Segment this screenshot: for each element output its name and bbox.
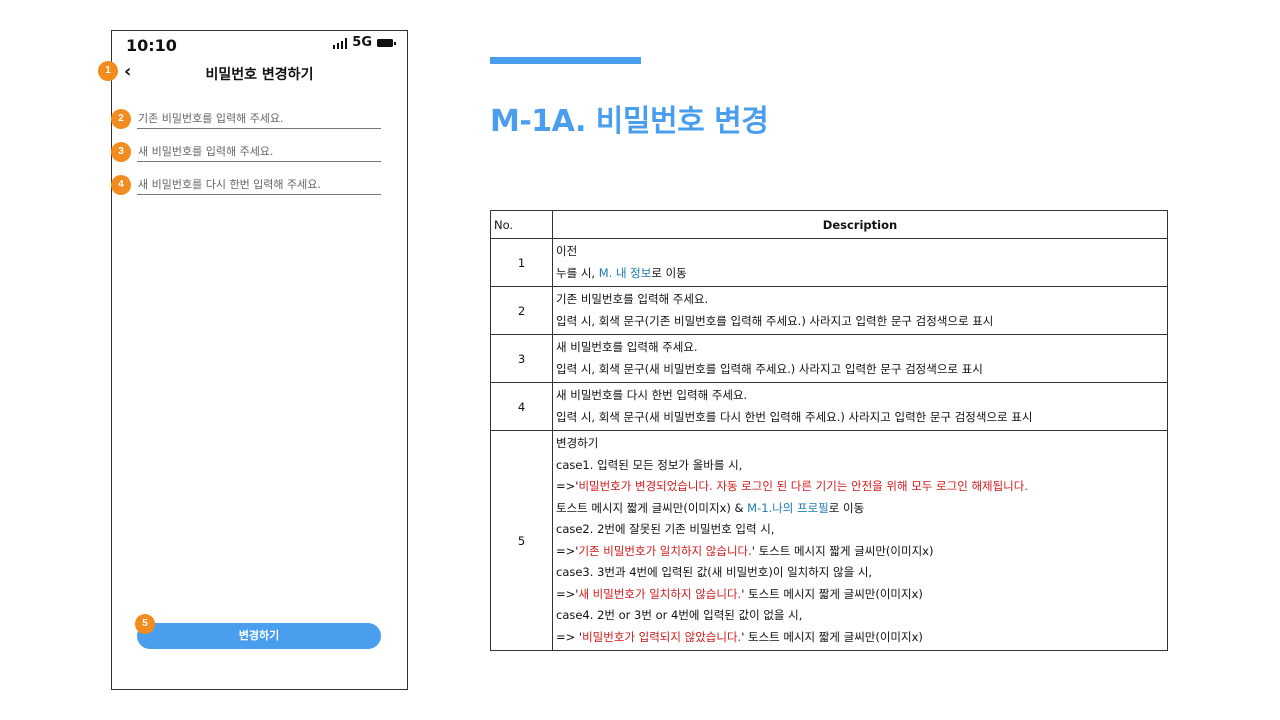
description-line: 누를 시, M. 내 정보로 이동 (556, 263, 1164, 285)
description-text: ' 토스트 메시지 짧게 글씨만(이미지x) (741, 629, 923, 644)
annotation-marker-2: 2 (111, 109, 131, 129)
confirm-password-input[interactable] (137, 175, 381, 195)
title-accent-bar (490, 57, 641, 64)
battery-icon (377, 39, 396, 47)
network-label: 5G (352, 35, 372, 50)
description-line: case1. 입력된 모든 정보가 올바를 시, (556, 455, 1164, 477)
link-text: M-1.나의 프로필 (747, 500, 829, 515)
row-title: 변경하기 (556, 436, 599, 450)
row-number: 2 (490, 286, 553, 335)
message-text: 기존 비밀번호가 일치하지 않습니다. (578, 543, 752, 558)
description-line: =>'비밀번호가 변경되었습니다. 자동 로그인 된 다른 기기는 안전을 위해… (556, 476, 1164, 498)
row-title: 새 비밀번호를 입력해 주세요. (556, 340, 698, 354)
table-row: 5 변경하기 case1. 입력된 모든 정보가 올바를 시, =>'비밀번호가 변경… (490, 430, 1168, 651)
table-row: 1 이전누를 시, M. 내 정보로 이동 (490, 238, 1168, 287)
description-text: 입력 시, 회색 문구(새 비밀번호를 입력해 주세요.) 사라지고 입력한 문… (556, 361, 983, 376)
status-bar: 10:10 5G (112, 31, 407, 59)
table-row: 2 기존 비밀번호를 입력해 주세요. 입력 시, 회색 문구(기존 비밀번호를 입… (490, 286, 1168, 335)
description-line: =>'기존 비밀번호가 일치하지 않습니다.' 토스트 메시지 짧게 글씨만(이… (556, 541, 1164, 563)
table-row: 3새 비밀번호를 입력해 주세요. 입력 시, 회색 문구(새 비밀번호를 입력해… (490, 334, 1168, 383)
page-title: 비밀번호 변경하기 (205, 67, 314, 83)
current-password-input[interactable] (137, 109, 381, 129)
screen-title: M-1A. 비밀번호 변경 (490, 104, 769, 139)
description-text: case2. 2번에 잘못된 기존 비밀번호 입력 시, (556, 522, 775, 536)
description-line: 입력 시, 회색 문구(새 비밀번호를 입력해 주세요.) 사라지고 입력한 문… (556, 359, 1164, 381)
message-text: 새 비밀번호가 일치하지 않습니다. (578, 586, 742, 601)
row-number: 4 (490, 382, 553, 431)
row-number: 5 (490, 430, 553, 651)
description-line: case4. 2번 or 3번 or 4번에 입력된 값이 없을 시, (556, 605, 1164, 627)
row-title: 새 비밀번호를 다시 한번 입력해 주세요. (556, 388, 748, 402)
description-text: 로 이동 (828, 500, 865, 515)
description-text: ' 토스트 메시지 짧게 글씨만(이미지x) (741, 586, 923, 601)
annotation-marker-1: 1 (98, 61, 118, 81)
table-row: 4새 비밀번호를 다시 한번 입력해 주세요. 입력 시, 회색 문구(새 비밀번… (490, 382, 1168, 431)
message-text: 비밀번호가 변경되었습니다. 자동 로그인 된 다른 기기는 안전을 위해 모두… (578, 479, 1028, 493)
description-line: 토스트 메시지 짧게 글씨만(이미지x) & M-1.나의 프로필로 이동 (556, 498, 1164, 520)
description-text: =>' (556, 586, 579, 601)
table-body: 1 이전 누를 시, M. 내 정보로 이동 2 기존 비밀번호를 입력해 주세요. 입력… (490, 238, 1168, 651)
description-line: =>'새 비밀번호가 일치하지 않습니다.' 토스트 메시지 짧게 글씨만(이미… (556, 584, 1164, 606)
link-text: M. 내 정보 (598, 265, 652, 280)
description-text: =>' (556, 543, 579, 558)
annotation-marker-4: 4 (111, 175, 131, 195)
phone-mockup: 10:10 5G ‹ 비밀번호 변경하기 변경하기 (111, 30, 408, 690)
row-title: 기존 비밀번호를 입력해 주세요. (556, 292, 709, 306)
description-line: case3. 3번과 4번에 입력된 값(새 비밀번호)이 일치하지 않을 시, (556, 562, 1164, 584)
description-text: 입력 시, 회색 문구(기존 비밀번호를 입력해 주세요.) 사라지고 입력한 … (556, 313, 994, 328)
annotation-marker-3: 3 (111, 142, 131, 162)
message-text: 비밀번호가 입력되지 않았습니다. (582, 629, 742, 644)
new-password-input[interactable] (137, 142, 381, 162)
row-description: 변경하기 case1. 입력된 모든 정보가 올바를 시, =>'비밀번호가 변경되… (552, 430, 1168, 651)
description-line: 입력 시, 회색 문구(기존 비밀번호를 입력해 주세요.) 사라지고 입력한 … (556, 311, 1164, 333)
nav-bar: ‹ 비밀번호 변경하기 (112, 59, 407, 87)
description-text: 누를 시, (556, 265, 599, 280)
description-text: => ' (556, 629, 583, 644)
status-indicators: 5G (332, 35, 396, 50)
description-table: No. Description 1 이전 누를 시, M. 내 정보로 이동 2 기존 … (490, 210, 1168, 651)
row-description: 이전누를 시, M. 내 정보로 이동 (552, 238, 1168, 287)
description-line: case2. 2번에 잘못된 기존 비밀번호 입력 시, (556, 519, 1164, 541)
table-header-row: No. Description (490, 210, 1168, 239)
description-text: case1. 입력된 모든 정보가 올바를 시, (556, 457, 743, 472)
description-text: 토스트 메시지 짧게 글씨만(이미지x) & (556, 500, 748, 515)
description-line: 입력 시, 회색 문구(새 비밀번호를 다시 한번 입력해 주세요.) 사라지고… (556, 407, 1164, 429)
row-number: 1 (490, 238, 553, 287)
description-text: case3. 3번과 4번에 입력된 값(새 비밀번호)이 일치하지 않을 시, (556, 565, 873, 579)
column-header-description: Description (552, 210, 1168, 239)
row-title: 이전 (556, 244, 578, 258)
row-description: 새 비밀번호를 다시 한번 입력해 주세요. 입력 시, 회색 문구(새 비밀번호… (552, 382, 1168, 431)
signal-icon (332, 38, 348, 49)
description-text: =>' (556, 479, 579, 493)
change-password-button[interactable]: 변경하기 (137, 623, 381, 649)
row-number: 3 (490, 334, 553, 383)
column-header-no: No. (490, 210, 553, 239)
description-text: case4. 2번 or 3번 or 4번에 입력된 값이 없을 시, (556, 608, 803, 622)
description-text: ' 토스트 메시지 짧게 글씨만(이미지x) (751, 543, 934, 558)
row-description: 새 비밀번호를 입력해 주세요. 입력 시, 회색 문구(새 비밀번호를 입력해 … (552, 334, 1168, 383)
row-description: 기존 비밀번호를 입력해 주세요. 입력 시, 회색 문구(기존 비밀번호를 입력… (552, 286, 1168, 335)
description-line: => '비밀번호가 입력되지 않았습니다.' 토스트 메시지 짧게 글씨만(이미… (556, 627, 1164, 649)
annotation-marker-5: 5 (135, 614, 155, 634)
description-text: 입력 시, 회색 문구(새 비밀번호를 다시 한번 입력해 주세요.) 사라지고… (556, 409, 1033, 424)
description-text: 로 이동 (651, 265, 687, 280)
status-time: 10:10 (126, 36, 177, 55)
